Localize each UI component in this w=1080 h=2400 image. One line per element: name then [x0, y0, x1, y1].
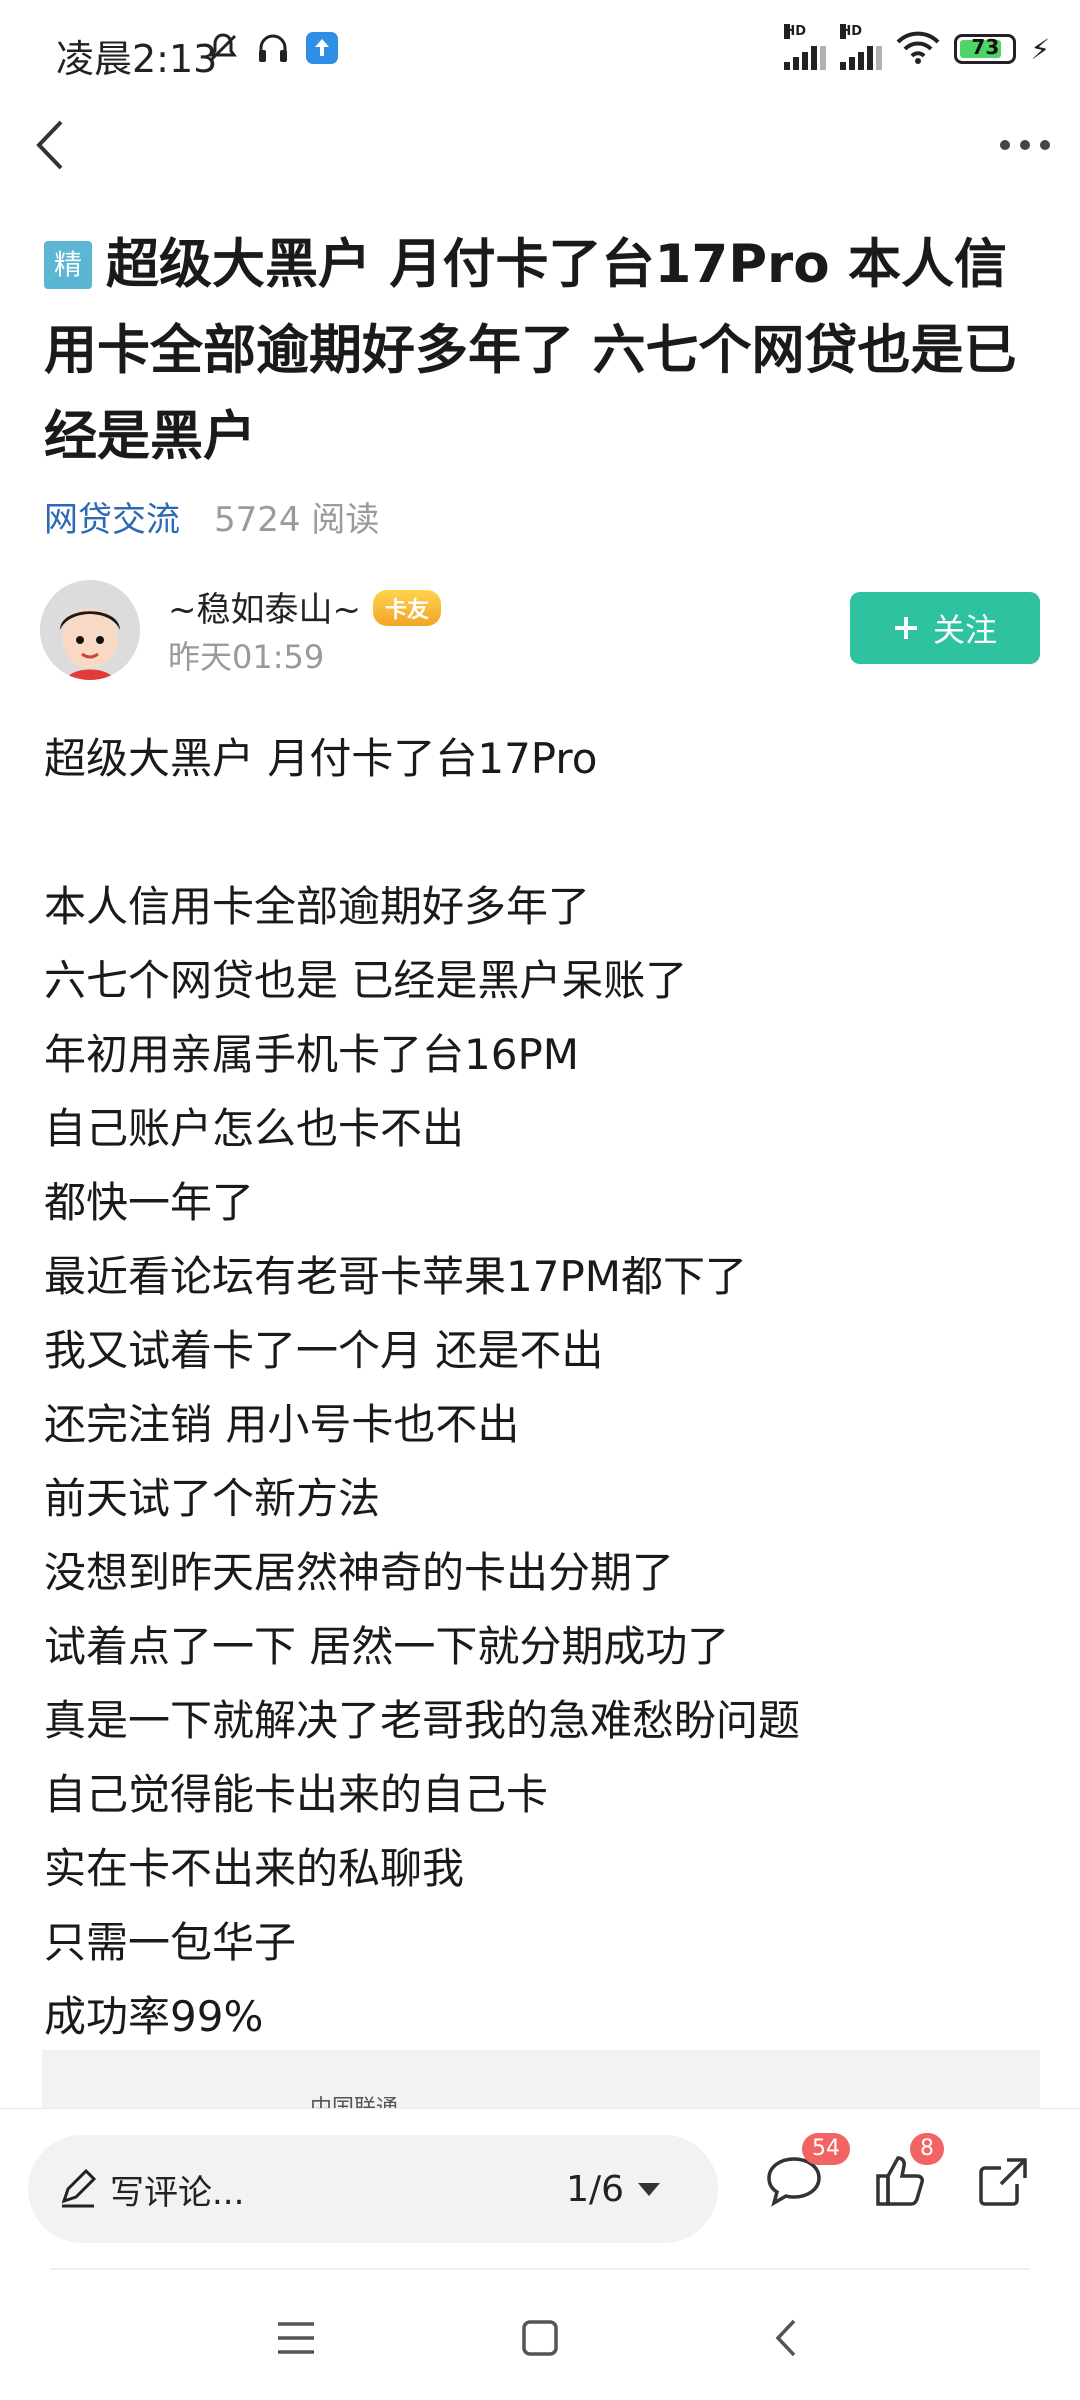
author-name-row[interactable]: ~稳如泰山~ 卡友 [168, 582, 441, 631]
post-image[interactable]: 中国联通 [42, 2050, 1040, 2110]
body-line: 试着点了一下 居然一下就分期成功了 [44, 1622, 730, 1671]
status-bar: 凌晨2:13 HD HD 73 ⚡ [0, 0, 1080, 105]
author-name[interactable]: ~稳如泰山~ [168, 590, 361, 630]
recent-apps-button[interactable] [256, 2308, 336, 2368]
battery-icon: 73 [954, 34, 1017, 64]
image-caption: 中国联通 [310, 2096, 399, 2110]
likes-count: 8 [910, 2133, 944, 2165]
follow-button[interactable]: 关注 [850, 592, 1040, 664]
body-line: 年初用亲属手机卡了台16PM [44, 1030, 580, 1079]
signal-icon: HD [784, 24, 827, 70]
body-line: 都快一年了 [44, 1178, 255, 1227]
post-title-text: 超级大黑户 月付卡了台17Pro 本人信用卡全部逾期好多年了 六七个网贷也是已经… [44, 234, 1017, 467]
body-line: 还完注销 用小号卡也不出 [44, 1400, 520, 1449]
back-button[interactable] [20, 115, 80, 175]
menu-icon [278, 2322, 314, 2354]
comments-count: 54 [802, 2133, 850, 2165]
body-line [44, 796, 1034, 870]
author-avatar[interactable] [40, 580, 140, 680]
comment-input[interactable]: 写评论... 1/6 [28, 2135, 718, 2243]
headset-icon [255, 30, 291, 70]
charging-icon: ⚡ [1030, 32, 1050, 66]
read-count: 5724 阅读 [214, 500, 380, 540]
body-line: 自己账户怎么也卡不出 [44, 1104, 465, 1153]
body-line: 实在卡不出来的私聊我 [44, 1844, 465, 1893]
comment-placeholder: 写评论... [110, 2172, 245, 2213]
more-horizontal-icon [1000, 140, 1050, 150]
chevron-left-icon [775, 2319, 796, 2357]
body-line: 成功率99% [44, 1992, 264, 2041]
wifi-icon [896, 30, 940, 68]
more-options-button[interactable] [990, 115, 1060, 175]
body-line: 最近看论坛有老哥卡苹果17PM都下了 [44, 1252, 748, 1301]
silent-icon [205, 30, 241, 70]
post-meta: 网贷交流 5724 阅读 [44, 492, 379, 541]
body-line: 自己觉得能卡出来的自己卡 [44, 1770, 549, 1819]
square-icon [522, 2320, 558, 2356]
forum-link[interactable]: 网贷交流 [44, 492, 180, 541]
page-indicator-text: 1/6 [566, 2168, 624, 2210]
body-line: 只需一包华子 [44, 1918, 297, 1967]
post-title: 精超级大黑户 月付卡了台17Pro 本人信用卡全部逾期好多年了 六七个网贷也是已… [44, 222, 1034, 480]
chevron-left-icon [36, 120, 63, 170]
body-line: 六七个网贷也是 已经是黑户呆账了 [44, 956, 688, 1005]
featured-badge: 精 [44, 241, 92, 289]
body-line: 超级大黑户 月付卡了台17Pro [44, 734, 598, 783]
system-navigation-bar [0, 2268, 1080, 2400]
body-line: 本人信用卡全部逾期好多年了 [44, 882, 591, 931]
plus-icon [894, 617, 917, 639]
home-button[interactable] [500, 2308, 580, 2368]
status-time: 凌晨2:13 [56, 37, 218, 81]
body-line: 没想到昨天居然神奇的卡出分期了 [44, 1548, 675, 1597]
comments-button[interactable]: 54 [762, 2133, 850, 2213]
post-time: 昨天01:59 [168, 638, 325, 676]
system-back-button[interactable] [746, 2308, 826, 2368]
user-level-badge: 卡友 [372, 590, 441, 626]
pencil-icon [58, 2169, 98, 2209]
signal-icon: HD [840, 24, 883, 70]
like-button[interactable]: 8 [868, 2133, 944, 2213]
caret-down-icon [638, 2182, 660, 2196]
divider [50, 2268, 1030, 2270]
body-line: 真是一下就解决了老哥我的急难愁盼问题 [44, 1696, 801, 1745]
upload-icon [305, 31, 339, 69]
share-button[interactable] [972, 2149, 1036, 2213]
page-selector[interactable]: 1/6 [566, 2169, 660, 2210]
bottom-action-bar: 写评论... 1/6 54 8 [0, 2108, 1080, 2269]
body-line: 前天试了个新方法 [44, 1474, 381, 1523]
share-icon [979, 2158, 1027, 2206]
post-body: 超级大黑户 月付卡了台17Pro 本人信用卡全部逾期好多年了 六七个网贷也是 已… [44, 722, 1034, 2054]
follow-label: 关注 [932, 611, 997, 649]
body-line: 我又试着卡了一个月 还是不出 [44, 1326, 604, 1375]
